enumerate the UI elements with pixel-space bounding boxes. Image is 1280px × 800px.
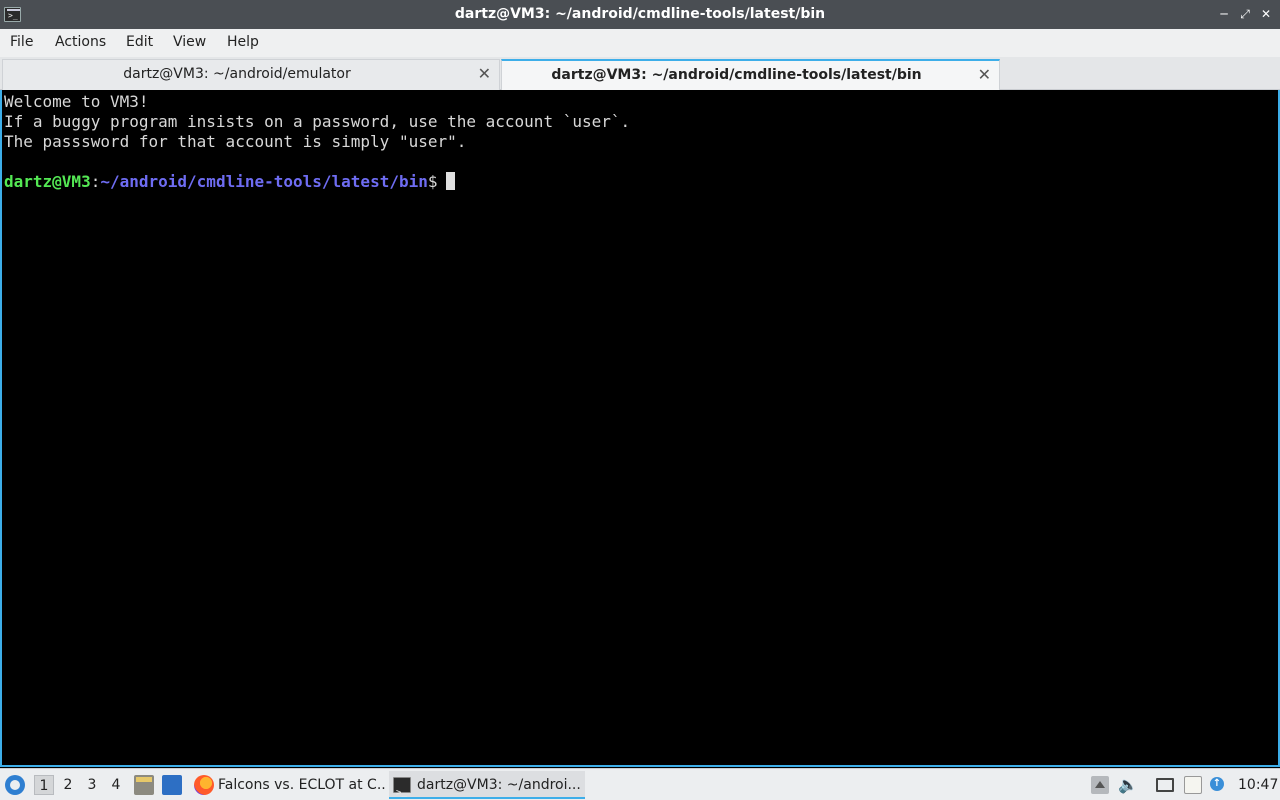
firefox-icon [194, 775, 214, 795]
tab-bar: dartz@VM3: ~/android/emulator ✕ dartz@VM… [0, 57, 1280, 90]
file-manager-icon[interactable] [134, 775, 154, 795]
close-tab-icon[interactable]: ✕ [978, 65, 991, 84]
task-label: dartz@VM3: ~/androi... [417, 777, 581, 793]
task-terminal[interactable]: >_ dartz@VM3: ~/androi... [389, 771, 585, 799]
terminal-line: Welcome to VM3! [4, 92, 149, 111]
clipboard-icon[interactable] [1184, 776, 1202, 794]
close-icon[interactable]: ✕ [1258, 5, 1274, 23]
tab-cmdline-tools[interactable]: dartz@VM3: ~/android/cmdline-tools/lates… [501, 59, 1000, 90]
close-tab-icon[interactable]: ✕ [478, 64, 491, 83]
workspace-4[interactable]: 4 [106, 775, 126, 795]
terminal-icon: >_ [393, 777, 411, 797]
start-menu-icon[interactable] [5, 775, 25, 795]
workspace-3[interactable]: 3 [82, 775, 102, 795]
prompt-sign: $ [427, 172, 438, 191]
menu-edit[interactable]: Edit [126, 34, 153, 50]
minimize-icon[interactable]: ─ [1216, 5, 1232, 23]
monitor-icon[interactable] [1156, 778, 1174, 792]
text-cursor [445, 172, 455, 190]
tab-label: dartz@VM3: ~/android/cmdline-tools/lates… [551, 67, 922, 83]
menu-view[interactable]: View [173, 34, 206, 50]
terminal-output[interactable]: Welcome to VM3! If a buggy program insis… [0, 90, 1280, 767]
speaker-icon[interactable]: 🔈 [1118, 776, 1138, 794]
menu-actions[interactable]: Actions [55, 34, 106, 50]
tab-emulator[interactable]: dartz@VM3: ~/android/emulator ✕ [2, 59, 500, 90]
update-notifier-icon[interactable]: ↑ [1210, 777, 1224, 791]
window-title: dartz@VM3: ~/android/cmdline-tools/lates… [454, 6, 826, 22]
tab-label: dartz@VM3: ~/android/emulator [123, 66, 351, 82]
menu-bar: File Actions Edit View Help [0, 29, 1280, 57]
terminal-line: If a buggy program insists on a password… [4, 112, 631, 131]
taskbar: 1 2 3 4 Falcons vs. ECLOT at C... >_ dar… [0, 768, 1280, 800]
tray-expand-icon[interactable] [1091, 776, 1109, 794]
prompt-path: ~/android/cmdline-tools/latest/bin [100, 172, 428, 191]
window-titlebar[interactable]: >_ dartz@VM3: ~/android/cmdline-tools/la… [0, 0, 1280, 29]
menu-file[interactable]: File [10, 34, 33, 50]
terminal-prompt[interactable]: dartz@VM3:~/android/cmdline-tools/latest… [4, 172, 1278, 192]
task-label: Falcons vs. ECLOT at C... [218, 777, 385, 793]
terminal-line: The passsword for that account is simply… [4, 132, 467, 151]
prompt-user-host: dartz@VM3 [4, 172, 91, 191]
workspace-2[interactable]: 2 [58, 775, 78, 795]
task-firefox[interactable]: Falcons vs. ECLOT at C... [190, 771, 385, 799]
workspace-1[interactable]: 1 [34, 775, 54, 795]
show-desktop-icon[interactable] [162, 775, 182, 795]
clock[interactable]: 10:47 [1238, 777, 1278, 793]
menu-help[interactable]: Help [227, 34, 259, 50]
maximize-icon[interactable]: ⤢ [1237, 5, 1253, 23]
prompt-colon: : [90, 172, 101, 191]
